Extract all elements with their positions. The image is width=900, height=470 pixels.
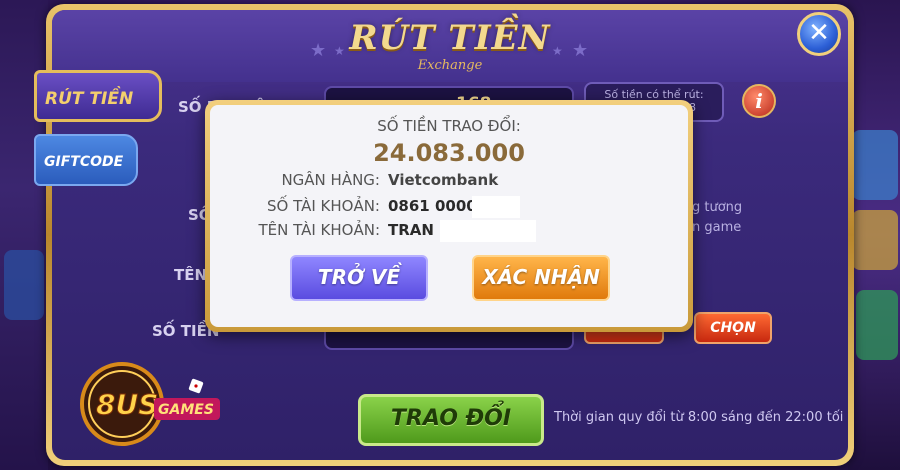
8us-games-logo: 8US GAMES bbox=[80, 362, 220, 446]
side-note-line-1: g tương bbox=[692, 200, 743, 215]
account-number-redaction bbox=[472, 196, 520, 218]
dialog-heading: SỐ TIỀN TRAO ĐỔI: bbox=[377, 117, 521, 135]
account-name-value: TRAN bbox=[388, 221, 434, 239]
background-game-tile bbox=[4, 250, 44, 320]
info-icon[interactable]: i bbox=[742, 84, 776, 118]
dice-pip bbox=[194, 384, 198, 388]
account-name-redaction bbox=[440, 220, 536, 242]
page-subtitle: Exchange bbox=[417, 58, 483, 73]
side-note-line-2: n game bbox=[692, 220, 742, 235]
confirm-dialog-frame: SỐ TIỀN TRAO ĐỔI: 24.083.000 NGÂN HÀNG: … bbox=[205, 100, 693, 332]
exchange-time-note: Thời gian quy đổi từ 8:00 sáng đến 22:00… bbox=[554, 410, 844, 425]
logo-8us-text: 8US bbox=[96, 388, 158, 421]
account-name-row-label: TÊN bbox=[174, 266, 208, 284]
logo-games-text: GAMES bbox=[158, 402, 214, 418]
close-icon: ✕ bbox=[808, 18, 830, 48]
confirm-dialog: SỐ TIỀN TRAO ĐỔI: 24.083.000 NGÂN HÀNG: … bbox=[210, 105, 688, 327]
background-game-tile bbox=[852, 130, 898, 200]
account-number-label: SỐ TÀI KHOẢN: bbox=[266, 197, 380, 215]
background-game-tile bbox=[852, 210, 898, 270]
exchange-button[interactable]: TRAO ĐỔI bbox=[358, 394, 544, 446]
account-number-value: 0861 0000 bbox=[388, 197, 477, 215]
tab-giftcode[interactable]: GIFTCODE bbox=[34, 134, 138, 186]
choose-button[interactable]: CHỌN bbox=[694, 312, 772, 344]
back-button[interactable]: TRỞ VỀ bbox=[290, 255, 428, 301]
bank-value: Vietcombank bbox=[388, 171, 499, 189]
background-game-tile bbox=[856, 290, 898, 360]
dialog-amount: 24.083.000 bbox=[373, 139, 525, 167]
account-name-label: TÊN TÀI KHOẢN: bbox=[258, 221, 380, 239]
page-title: RÚT TIỀN bbox=[349, 18, 551, 58]
confirm-button[interactable]: XÁC NHẬN bbox=[472, 255, 610, 301]
tab-withdraw[interactable]: RÚT TIỀN bbox=[34, 70, 162, 122]
bank-label: NGÂN HÀNG: bbox=[281, 171, 380, 189]
close-button[interactable]: ✕ bbox=[797, 12, 841, 56]
